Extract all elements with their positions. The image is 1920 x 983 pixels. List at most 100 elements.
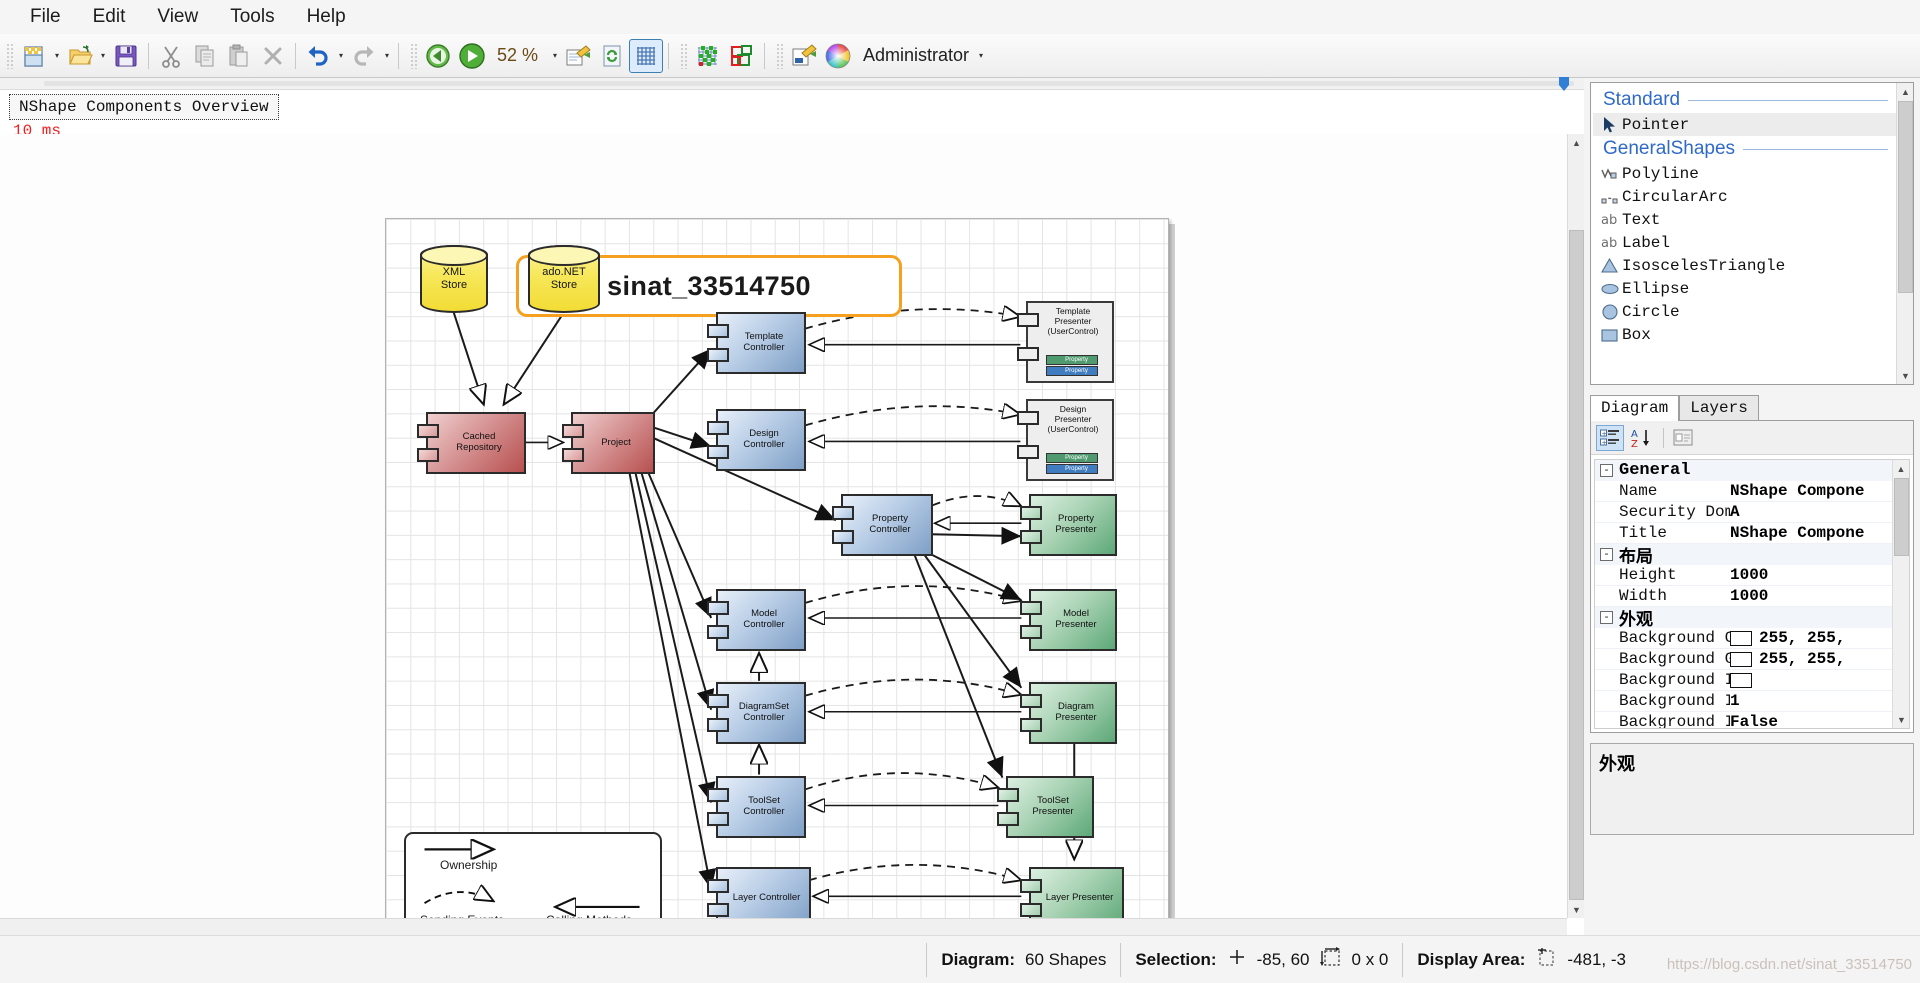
save-button[interactable] xyxy=(109,39,143,73)
image-swatch[interactable] xyxy=(1730,672,1752,688)
open-dropdown[interactable]: ▾ xyxy=(97,39,109,73)
property-scroll-up[interactable]: ▲ xyxy=(1893,460,1909,477)
toolset-presenter-shape[interactable]: ToolSet Presenter xyxy=(997,776,1094,838)
menu-tools[interactable]: Tools xyxy=(214,2,290,32)
categorized-view-button[interactable]: + + xyxy=(1596,424,1624,451)
pin-marker-icon[interactable] xyxy=(1558,76,1570,92)
toolbox-item-box[interactable]: Box xyxy=(1593,323,1896,346)
menu-view[interactable]: View xyxy=(141,2,214,32)
toolbox-scrollbar[interactable]: ▲ ▼ xyxy=(1896,83,1913,384)
copy-button[interactable] xyxy=(188,39,222,73)
document-tab[interactable]: NShape Components Overview xyxy=(9,94,279,120)
menu-help[interactable]: Help xyxy=(291,2,362,32)
canvas-vertical-scrollbar[interactable]: ▲ ▼ xyxy=(1567,134,1584,918)
expander-icon[interactable]: - xyxy=(1600,464,1613,477)
toolbox-item-polyline[interactable]: Polyline xyxy=(1593,162,1896,185)
design-editor-button[interactable] xyxy=(787,39,821,73)
property-scroll-down[interactable]: ▼ xyxy=(1893,711,1909,728)
toolbox-scroll-down[interactable]: ▼ xyxy=(1897,367,1913,384)
property-row-background-gradient[interactable]: Background Gr 255, 255, xyxy=(1595,649,1892,670)
diagram-canvas[interactable]: sinat_33514750 XML Store ado.NET Store Cac… xyxy=(0,134,1584,935)
xml-store-shape[interactable]: XML Store xyxy=(420,245,488,313)
color-wheel-button[interactable] xyxy=(821,39,855,73)
tab-diagram[interactable]: Diagram xyxy=(1590,395,1680,421)
toolbox-item-pointer[interactable]: Pointer xyxy=(1593,113,1896,136)
scroll-up-arrow[interactable]: ▲ xyxy=(1568,134,1584,151)
toolbox-item-circulararc[interactable]: CircularArc xyxy=(1593,185,1896,208)
show-grid-button[interactable] xyxy=(629,38,663,73)
property-row-security-domain[interactable]: Security Doma A xyxy=(1595,502,1892,523)
property-pages-button[interactable] xyxy=(1669,425,1697,451)
edit-template-button[interactable] xyxy=(561,39,595,73)
property-row-background-color[interactable]: Background Co 255, 255, xyxy=(1595,628,1892,649)
redo-dropdown[interactable]: ▾ xyxy=(381,39,393,73)
ado-net-store-shape[interactable]: ado.NET Store xyxy=(528,245,600,313)
design-controller-shape[interactable]: Design Controller xyxy=(707,409,806,471)
property-grid[interactable]: + + A Z - General Name NShape Compone Se… xyxy=(1590,420,1914,733)
undo-button[interactable] xyxy=(301,39,335,73)
property-value[interactable]: NShape Compone xyxy=(1730,524,1892,542)
canvas-horizontal-scrollbar[interactable] xyxy=(0,918,1567,935)
model-controller-shape[interactable]: Model Controller xyxy=(707,589,806,651)
menu-file[interactable]: File xyxy=(14,2,77,32)
toolbox-item-text[interactable]: ab Text xyxy=(1593,208,1896,231)
property-value[interactable]: A xyxy=(1730,503,1892,521)
property-value[interactable]: NShape Compone xyxy=(1730,482,1892,500)
toolbar-grip-4[interactable] xyxy=(776,42,784,69)
toolbar-grip-2[interactable] xyxy=(410,42,418,69)
delete-button[interactable] xyxy=(256,39,290,73)
color-swatch[interactable] xyxy=(1730,630,1752,646)
new-document-dropdown[interactable]: ▾ xyxy=(51,39,63,73)
project-shape[interactable]: Project xyxy=(562,412,655,474)
property-value-wrap[interactable]: 255, 255, xyxy=(1730,629,1892,647)
toolbar-grip[interactable] xyxy=(6,42,14,69)
redo-button[interactable] xyxy=(347,39,381,73)
navigate-forward-button[interactable] xyxy=(455,39,489,73)
property-category-layout[interactable]: - 布局 xyxy=(1595,544,1892,568)
paste-button[interactable] xyxy=(222,39,256,73)
vertical-scroll-thumb[interactable] xyxy=(1569,230,1584,900)
template-presenter-shape[interactable]: Template Presenter (UserControl) Property … xyxy=(1017,301,1114,383)
toolbox-item-circle[interactable]: Circle xyxy=(1593,300,1896,323)
user-dropdown[interactable]: ▾ xyxy=(975,39,987,73)
alphabetical-sort-button[interactable]: A Z xyxy=(1627,425,1655,451)
template-controller-shape[interactable]: Template Controller xyxy=(707,312,806,374)
undo-dropdown[interactable]: ▾ xyxy=(335,39,347,73)
diagram-presenter-shape[interactable]: Diagram Presenter xyxy=(1020,682,1117,744)
toolbox-scroll-up[interactable]: ▲ xyxy=(1897,83,1913,100)
property-value-wrap[interactable]: 255, 255, xyxy=(1730,650,1892,668)
diagram-page[interactable]: sinat_33514750 XML Store ado.NET Store Cac… xyxy=(385,218,1169,935)
open-button[interactable] xyxy=(63,39,97,73)
property-value[interactable]: False xyxy=(1730,713,1892,728)
toolbox-item-ellipse[interactable]: Ellipse xyxy=(1593,277,1896,300)
zoom-control[interactable]: 52 % ▾ xyxy=(493,42,561,70)
model-presenter-shape[interactable]: Model Presenter xyxy=(1020,589,1117,651)
property-category-appearance[interactable]: - 外观 xyxy=(1595,607,1892,631)
property-value[interactable]: 1000 xyxy=(1730,566,1892,584)
toolbar-grip-3[interactable] xyxy=(680,42,688,69)
diagramset-controller-shape[interactable]: DiagramSet Controller xyxy=(707,682,806,744)
legend-box[interactable]: Ownership Sending Events Calling Methods xyxy=(404,832,662,932)
tab-layers[interactable]: Layers xyxy=(1679,395,1759,421)
property-presenter-shape[interactable]: Property Presenter xyxy=(1020,494,1117,556)
scroll-down-arrow[interactable]: ▼ xyxy=(1568,901,1584,918)
property-row-name[interactable]: Name NShape Compone xyxy=(1595,481,1892,502)
toolbox-list[interactable]: Standard Pointer GeneralShapes Polyline … xyxy=(1591,83,1896,384)
expander-icon[interactable]: - xyxy=(1600,611,1613,624)
zoom-value[interactable]: 52 % xyxy=(493,45,549,66)
toolbox-scroll-thumb[interactable] xyxy=(1898,101,1913,293)
zoom-dropdown[interactable]: ▾ xyxy=(549,39,561,73)
cut-button[interactable] xyxy=(154,39,188,73)
property-value-wrap[interactable] xyxy=(1730,672,1892,688)
property-row-height[interactable]: Height 1000 xyxy=(1595,565,1892,586)
property-row-background-image[interactable]: Background Im xyxy=(1595,670,1892,691)
design-presenter-shape[interactable]: Design Presenter (UserControl) Property Pr… xyxy=(1017,399,1114,481)
property-controller-shape[interactable]: Property Controller xyxy=(832,494,933,556)
new-document-button[interactable] xyxy=(17,39,51,73)
user-name[interactable]: Administrator xyxy=(855,45,975,66)
property-value[interactable]: 1000 xyxy=(1730,587,1892,605)
toolbox-item-label[interactable]: ab Label xyxy=(1593,231,1896,254)
user-selector[interactable]: Administrator ▾ xyxy=(855,41,987,71)
property-scroll-thumb[interactable] xyxy=(1894,478,1909,556)
property-grid-scrollbar[interactable]: ▲ ▼ xyxy=(1892,460,1909,728)
